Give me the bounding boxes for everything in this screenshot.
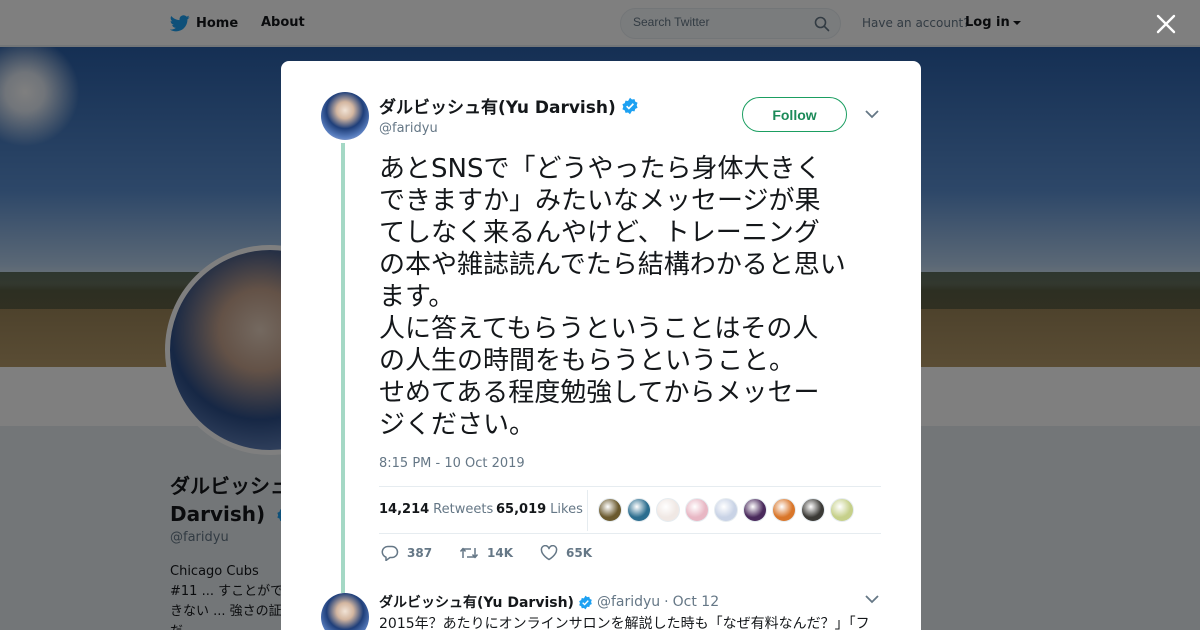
likes-count: 65,019 [496, 502, 547, 517]
like-count: 65K [566, 546, 592, 560]
reply-author-handle[interactable]: @faridyu [597, 594, 660, 610]
reply-date[interactable]: Oct 12 [673, 594, 719, 610]
retweet-count: 14K [487, 546, 513, 560]
liker-avatar[interactable] [685, 498, 709, 522]
liker-avatars [598, 498, 854, 522]
close-icon[interactable] [1154, 12, 1178, 36]
verified-badge-icon [579, 595, 592, 609]
likes-stat[interactable]: 65,019 Likes [496, 502, 583, 517]
author-name[interactable]: ダルビッシュ有(Yu Darvish) [379, 93, 639, 118]
tweet-actions: 387 14K 65K [381, 545, 701, 565]
liker-avatar[interactable] [714, 498, 738, 522]
tweet-timestamp[interactable]: 8:15 PM - 10 Oct 2019 [379, 456, 525, 471]
liker-avatar[interactable] [801, 498, 825, 522]
retweets-count: 14,214 [379, 502, 430, 517]
liker-avatar[interactable] [772, 498, 796, 522]
reply-author-name[interactable]: ダルビッシュ有(Yu Darvish) [379, 592, 574, 612]
reply-menu-chevron-icon[interactable] [865, 594, 879, 604]
reply-text: 2015年？あたりにオンラインサロンを解説した時も「なぜ有料なんだ？」「フ [379, 616, 870, 630]
retweet-icon [459, 547, 479, 559]
tweet-text: あとSNSで「どうやったら身体大きく できますか」みたいなメッセージが果 てしな… [379, 154, 846, 440]
reply-action[interactable]: 387 [381, 545, 432, 561]
liker-avatar[interactable] [743, 498, 767, 522]
tweet-menu-chevron-icon[interactable] [865, 109, 879, 119]
heart-icon [540, 545, 558, 561]
author-avatar[interactable] [321, 92, 369, 140]
retweets-stat[interactable]: 14,214 Retweets [379, 502, 493, 517]
verified-badge-icon [622, 97, 638, 114]
thread-connector-line [341, 143, 345, 593]
retweet-action[interactable]: 14K [459, 545, 513, 561]
tweet-permalink-modal: ダルビッシュ有(Yu Darvish) @faridyu Follow あとSN… [281, 61, 921, 630]
likes-label: Likes [550, 502, 583, 517]
tweet-stats: 14,214 Retweets 65,019 Likes [379, 486, 881, 534]
reply-header: ダルビッシュ有(Yu Darvish) @faridyu · Oct 12 [379, 592, 719, 612]
liker-avatar[interactable] [598, 498, 622, 522]
follow-button[interactable]: Follow [742, 97, 847, 132]
reply-count: 387 [407, 546, 433, 560]
author-name-text: ダルビッシュ有(Yu Darvish) [379, 98, 616, 118]
like-action[interactable]: 65K [540, 545, 592, 561]
author-handle[interactable]: @faridyu [379, 121, 438, 136]
reply-author-avatar[interactable] [321, 593, 369, 630]
reply-separator: · [664, 594, 669, 610]
liker-avatar[interactable] [656, 498, 680, 522]
reply-icon [381, 545, 399, 561]
liker-avatar[interactable] [830, 498, 854, 522]
retweets-label: Retweets [433, 502, 494, 517]
liker-avatar[interactable] [627, 498, 651, 522]
stats-divider [587, 490, 588, 531]
